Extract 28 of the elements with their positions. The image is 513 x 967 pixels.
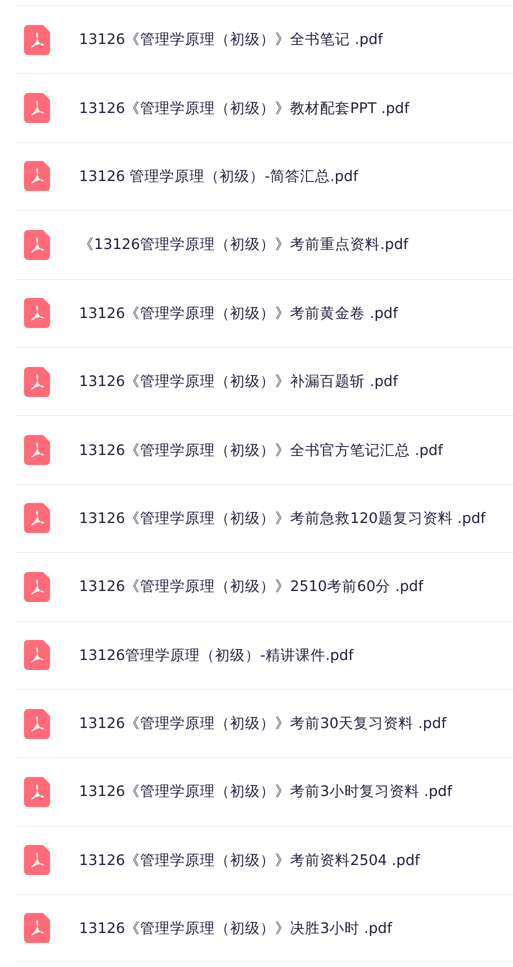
pdf-file-icon: [24, 161, 50, 192]
pdf-file-icon: [24, 845, 50, 876]
file-name[interactable]: 《13126管理学原理（初级）》考前重点资料.pdf: [79, 235, 408, 254]
file-name[interactable]: 13126《管理学原理（初级）》全书官方笔记汇总 .pdf: [79, 440, 443, 460]
file-name[interactable]: 13126《管理学原理（初级）》2510考前60分 .pdf: [79, 577, 424, 596]
pdf-file-icon: [24, 572, 50, 602]
pdf-file-icon: [24, 230, 50, 260]
pdf-file-icon: [24, 776, 50, 807]
file-name[interactable]: 13126《管理学原理（初级）》补漏百题斩 .pdf: [79, 372, 398, 392]
file-name[interactable]: 13126《管理学原理（初级）》全书笔记 .pdf: [79, 30, 383, 50]
file-name[interactable]: 13126《管理学原理（初级）》考前资料2504 .pdf: [79, 850, 420, 870]
file-name[interactable]: 13126《管理学原理（初级）》考前黄金卷 .pdf: [79, 304, 398, 323]
file-name[interactable]: 13126《管理学原理（初级）》考前30天复习资料 .pdf: [79, 714, 446, 734]
pdf-file-icon: [24, 298, 50, 328]
file-name[interactable]: 13126《管理学原理（初级）》教材配套PPT .pdf: [79, 98, 410, 118]
pdf-file-icon: [24, 913, 50, 944]
pdf-file-icon: [24, 503, 50, 534]
pdf-file-icon: [24, 708, 50, 739]
file-name[interactable]: 13126《管理学原理（初级）》考前3小时复习资料 .pdf: [79, 782, 452, 802]
file-name[interactable]: 13126管理学原理（初级）-精讲课件.pdf: [79, 646, 354, 665]
pdf-file-icon: [24, 366, 50, 397]
pdf-file-icon: [24, 435, 50, 466]
file-name[interactable]: 13126《管理学原理（初级）》考前急救120题复习资料 .pdf: [79, 508, 486, 528]
file-name[interactable]: 13126《管理学原理（初级）》决胜3小时 .pdf: [79, 918, 392, 938]
pdf-file-icon: [24, 640, 50, 670]
pdf-file-icon: [24, 93, 50, 124]
pdf-file-icon: [24, 24, 50, 55]
file-name[interactable]: 13126 管理学原理（初级）-简答汇总.pdf: [79, 166, 358, 186]
